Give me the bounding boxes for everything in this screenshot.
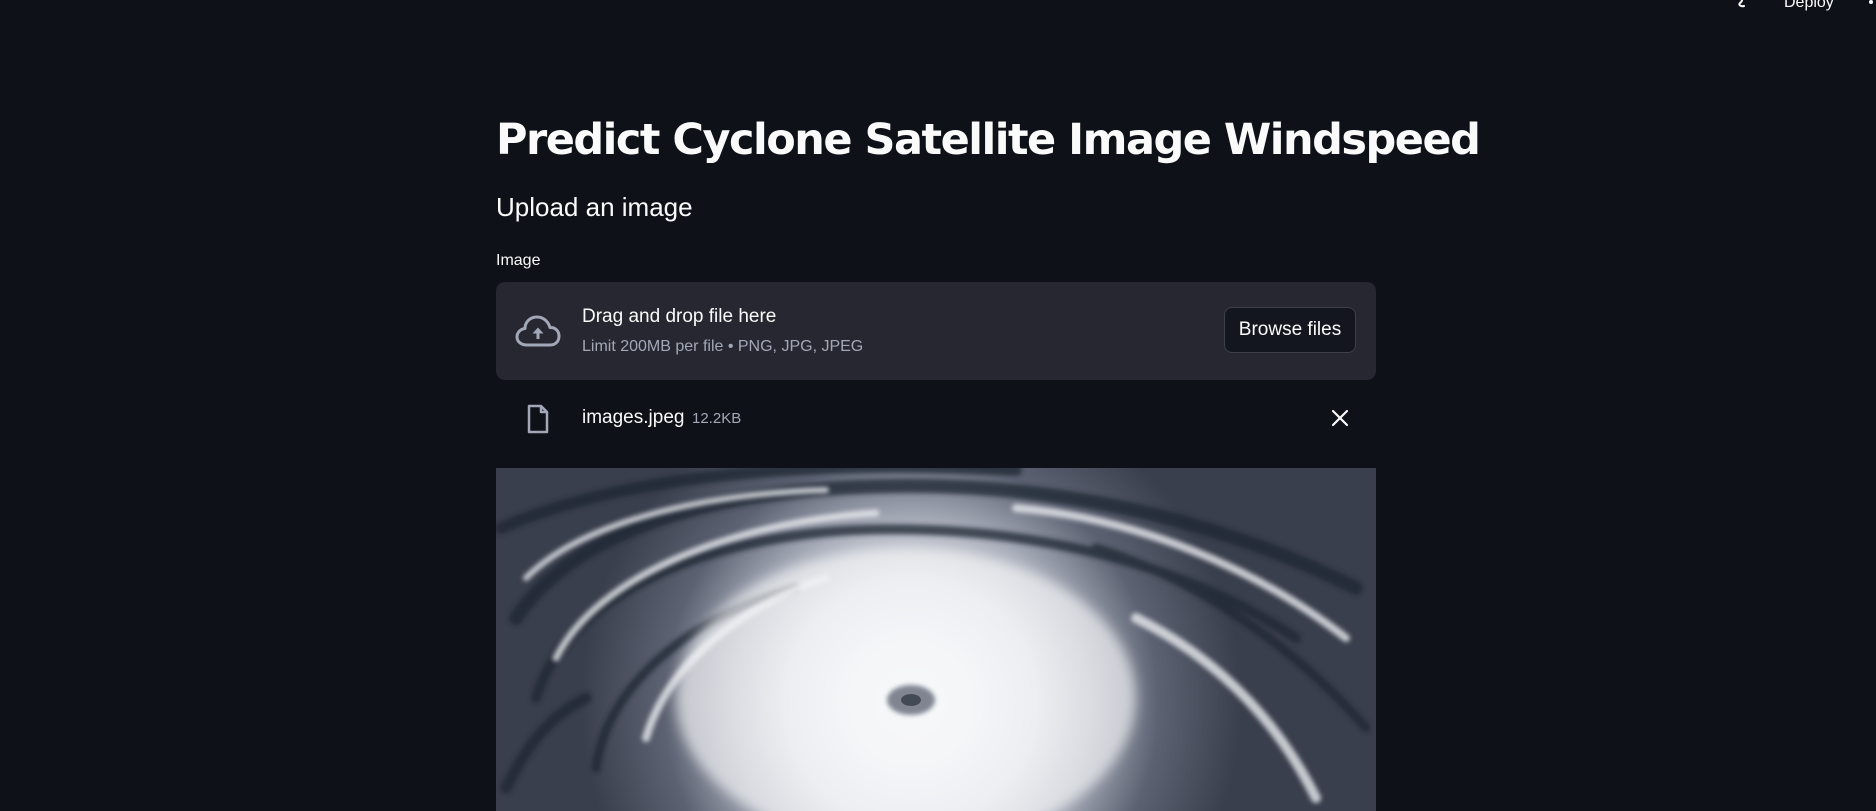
browse-files-button[interactable]: Browse files bbox=[1224, 307, 1356, 353]
top-toolbar: Deploy bbox=[0, 0, 1876, 14]
uploaded-file-name: images.jpeg bbox=[582, 407, 685, 428]
page-subtitle: Upload an image bbox=[496, 192, 693, 222]
file-dropzone[interactable]: Drag and drop file here Limit 200MB per … bbox=[496, 282, 1376, 380]
page-title: Predict Cyclone Satellite Image Windspee… bbox=[496, 115, 1481, 165]
cyclone-satellite-image bbox=[496, 468, 1376, 811]
dropzone-title: Drag and drop file here bbox=[582, 306, 777, 327]
satellite-image-drawing bbox=[496, 468, 1376, 811]
file-icon bbox=[527, 404, 549, 434]
uploaded-file-size: 12.2KB bbox=[692, 410, 742, 427]
vertical-dots-icon[interactable] bbox=[1866, 0, 1876, 14]
running-status-icon bbox=[1738, 0, 1745, 8]
cloud-upload-icon bbox=[515, 315, 561, 347]
dropzone-limit-text: Limit 200MB per file • PNG, JPG, JPEG bbox=[582, 338, 864, 355]
close-icon[interactable] bbox=[1330, 408, 1350, 428]
uploader-label: Image bbox=[496, 252, 541, 269]
deploy-button[interactable]: Deploy bbox=[1784, 0, 1834, 12]
